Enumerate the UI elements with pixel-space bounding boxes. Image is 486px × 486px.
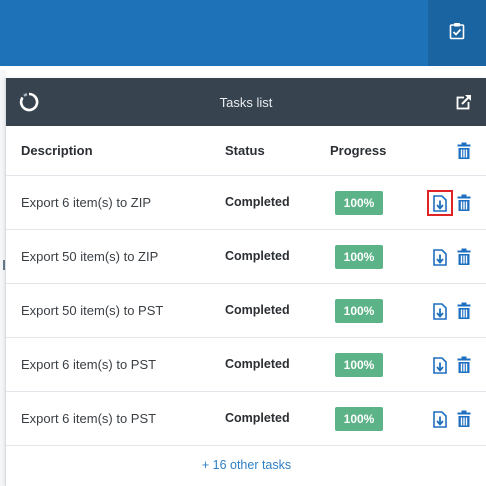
table-row: Export 6 item(s) to PST Completed 100% (6, 338, 486, 392)
column-header-status: Status (225, 143, 265, 158)
spinner-ring-icon (18, 91, 40, 113)
task-status: Completed (225, 357, 290, 371)
progress-badge: 100% (335, 191, 383, 215)
task-status: Completed (225, 303, 290, 317)
table-row: Export 50 item(s) to PST Completed 100% (6, 284, 486, 338)
clipboard-check-icon (449, 22, 465, 45)
download-icon[interactable] (427, 406, 453, 432)
download-icon[interactable] (427, 244, 453, 270)
table-header: Description Status Progress (6, 126, 486, 176)
download-icon[interactable] (427, 352, 453, 378)
delete-icon[interactable] (455, 300, 473, 322)
table-row: Export 6 item(s) to PST Completed 100% (6, 392, 486, 446)
task-description: Export 6 item(s) to PST (21, 411, 157, 426)
column-header-description: Description (21, 143, 93, 158)
open-external-icon[interactable] (454, 92, 474, 112)
task-status: Completed (225, 411, 290, 425)
progress-badge: 100% (335, 353, 383, 377)
page: Tasks list Description Status Progress E… (0, 0, 486, 486)
delete-icon[interactable] (455, 246, 473, 268)
task-description: Export 50 item(s) to PST (21, 303, 164, 318)
delete-icon[interactable] (455, 354, 473, 376)
task-description: Export 6 item(s) to PST (21, 357, 157, 372)
table-row: Export 50 item(s) to ZIP Completed 100% (6, 230, 486, 284)
tasks-button[interactable] (428, 0, 486, 66)
task-description: Export 50 item(s) to ZIP (21, 249, 159, 264)
task-status: Completed (225, 249, 290, 263)
delete-icon[interactable] (455, 408, 473, 430)
panel-title: Tasks list (219, 94, 273, 110)
task-description: Export 6 item(s) to ZIP (21, 195, 152, 210)
top-app-bar (0, 0, 486, 66)
table-row: Export 6 item(s) to ZIP Completed 100% (6, 176, 486, 230)
progress-badge: 100% (335, 245, 383, 269)
delete-icon[interactable] (455, 192, 473, 214)
panel-header: Tasks list (6, 78, 486, 126)
download-icon[interactable] (427, 298, 453, 324)
column-header-progress: Progress (330, 143, 387, 158)
progress-badge: 100% (335, 299, 383, 323)
task-status: Completed (225, 195, 290, 209)
download-icon[interactable] (427, 190, 453, 216)
delete-all-icon[interactable] (455, 140, 473, 162)
tasks-panel: Tasks list Description Status Progress E… (5, 78, 486, 486)
more-tasks-link[interactable]: + 16 other tasks (6, 458, 486, 472)
progress-badge: 100% (335, 407, 383, 431)
